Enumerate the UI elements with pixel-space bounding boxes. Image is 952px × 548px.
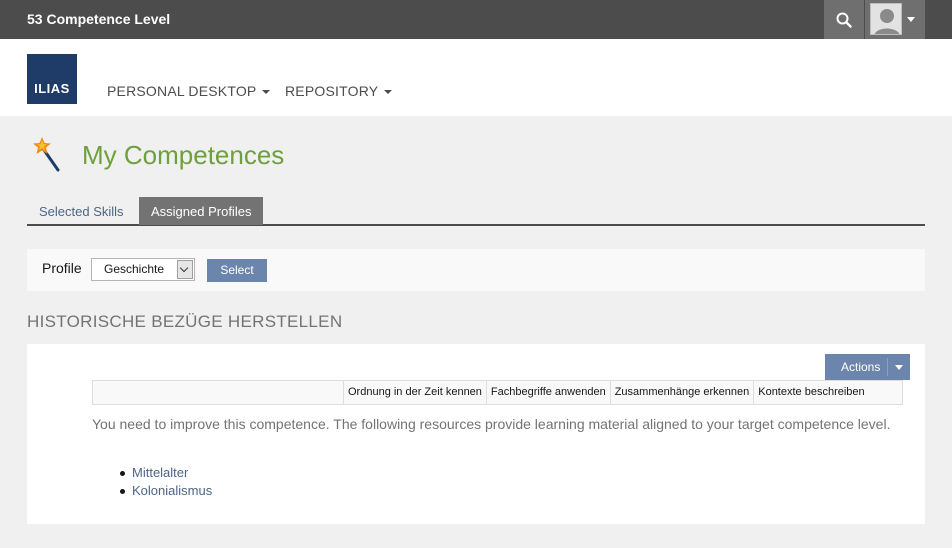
chevron-down-icon <box>895 365 903 370</box>
profile-toolbar: Profile Geschichte Select <box>27 249 925 291</box>
avatar <box>870 3 902 35</box>
profile-select-value: Geschichte <box>104 262 165 276</box>
select-button[interactable]: Select <box>207 259 267 282</box>
top-bar: 53 Competence Level <box>0 0 952 39</box>
table-header-cell: Zusammenhänge erkennen <box>609 381 754 404</box>
profile-heading: HISTORISCHE BEZÜGE HERSTELLEN <box>27 312 343 331</box>
search-icon <box>836 12 852 28</box>
nav-personal-desktop-label: PERSONAL DESKTOP <box>107 83 257 99</box>
competence-table-header: Ordnung in der Zeit kennen Fachbegriffe … <box>92 380 903 405</box>
nav-personal-desktop[interactable]: PERSONAL DESKTOP <box>107 83 271 99</box>
chevron-down-icon <box>262 90 271 95</box>
nav-repository[interactable]: REPOSITORY <box>285 83 393 99</box>
chevron-down-icon <box>177 260 193 279</box>
search-button[interactable] <box>824 0 864 39</box>
main-header: ILIAS PERSONAL DESKTOP REPOSITORY <box>0 39 952 116</box>
ilias-logo[interactable]: ILIAS <box>27 54 77 104</box>
resource-list: Mittelalter Kolonialismus <box>112 464 212 500</box>
magic-wand-icon <box>33 137 60 172</box>
divider <box>887 358 888 376</box>
tab-selected-skills[interactable]: Selected Skills <box>27 197 136 225</box>
user-menu[interactable] <box>865 0 925 39</box>
page-title: My Competences <box>82 140 285 170</box>
profile-select[interactable]: Geschichte <box>91 258 195 281</box>
improvement-notice: You need to improve this competence. The… <box>92 416 891 432</box>
user-avatar-icon <box>871 4 901 34</box>
tab-bar: Selected Skills Assigned Profiles <box>27 197 925 226</box>
actions-button[interactable]: Actions <box>825 354 910 380</box>
table-header-cell: Ordnung in der Zeit kennen <box>343 381 486 404</box>
page-icon <box>33 136 63 179</box>
top-bar-title: 53 Competence Level <box>27 11 171 27</box>
nav-repository-label: REPOSITORY <box>285 83 379 99</box>
competence-panel: Actions Ordnung in der Zeit kennen Fachb… <box>27 344 925 524</box>
logo-text: ILIAS <box>34 81 70 96</box>
resource-link-kolonialismus[interactable]: Kolonialismus <box>112 482 212 500</box>
table-header-cell: Kontexte beschreiben <box>753 381 868 404</box>
actions-label: Actions <box>841 360 881 374</box>
tab-label: Assigned Profiles <box>151 204 252 219</box>
table-header-cell <box>93 381 343 404</box>
resource-link-mittelalter[interactable]: Mittelalter <box>112 464 212 482</box>
profile-label: Profile <box>42 260 82 276</box>
tab-assigned-profiles[interactable]: Assigned Profiles <box>139 197 264 225</box>
chevron-down-icon <box>384 90 393 95</box>
tab-label: Selected Skills <box>39 204 124 219</box>
chevron-down-icon <box>907 17 915 22</box>
table-header-cell: Fachbegriffe anwenden <box>485 381 610 404</box>
